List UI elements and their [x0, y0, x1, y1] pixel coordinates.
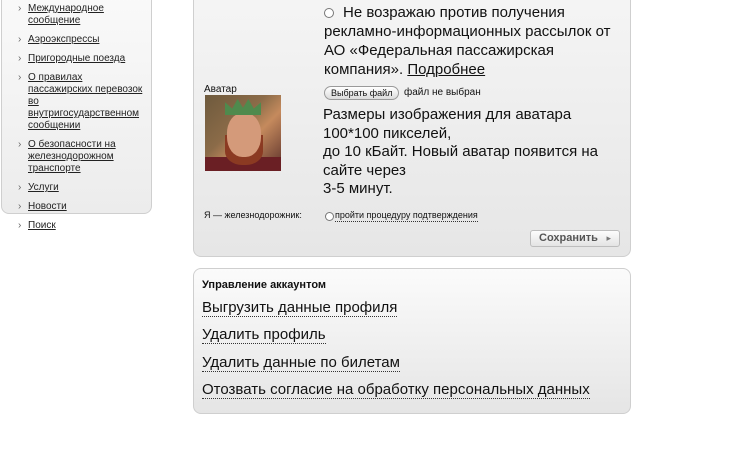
sidebar-item-services[interactable]: › Услуги [2, 182, 151, 194]
railway-worker-label: Я — железнодорожник: [204, 210, 302, 220]
consent-text: Не возражаю против получения рекламно-ин… [324, 3, 626, 79]
chevron-right-icon: › [18, 182, 22, 193]
sidebar-nav: › Международное сообщение › Аэроэкспресс… [1, 0, 152, 231]
sidebar-item-international[interactable]: › Международное сообщение [2, 3, 151, 27]
profile-card: Не возражаю против получения рекламно-ин… [193, 0, 631, 257]
arrow-right-icon: ▸ [606, 233, 611, 243]
file-status: файл не выбран [404, 87, 481, 98]
size-note-line: до 10 кБайт. Новый аватар появится на [323, 143, 599, 160]
size-note-line: Размеры изображения для аватара [323, 106, 572, 123]
sidebar-item-label[interactable]: О правилах пассажирских перевозок во вну… [28, 72, 142, 131]
avatar-size-note: Размеры изображения для аватара 100*100 … [323, 106, 623, 199]
chevron-right-icon: › [18, 3, 22, 14]
sidebar-list: › Международное сообщение › Аэроэкспресс… [2, 0, 151, 232]
account-card: Управление аккаунтом Выгрузить данные пр… [193, 268, 631, 414]
size-note-line: сайте через [323, 161, 406, 179]
sidebar-item-rules[interactable]: › О правилах пассажирских перевозок во в… [2, 72, 151, 132]
delete-tickets-link[interactable]: Удалить данные по билетам [202, 354, 400, 372]
sidebar-item-aeroexpress[interactable]: › Аэроэкспрессы [2, 34, 151, 46]
choose-file-button[interactable]: Выбрать файл [324, 86, 400, 100]
avatar [205, 95, 281, 171]
chevron-right-icon: › [18, 201, 22, 212]
avatar-label: Аватар [204, 84, 237, 95]
sidebar-item-safety[interactable]: › О безопасности на железнодорожном тран… [2, 139, 151, 175]
chevron-right-icon: › [18, 220, 22, 231]
delete-profile-link[interactable]: Удалить профиль [202, 326, 326, 344]
sidebar-item-label[interactable]: Новости [28, 201, 67, 212]
account-title: Управление аккаунтом [202, 279, 327, 291]
chevron-right-icon: › [18, 72, 22, 83]
sidebar-item-news[interactable]: › Новости [2, 201, 151, 213]
railway-confirm-link[interactable]: пройти процедуру подтверждения [335, 210, 478, 222]
sidebar-item-label[interactable]: Услуги [28, 182, 59, 193]
sidebar-item-search[interactable]: › Поиск [2, 220, 151, 232]
avatar-crown [225, 99, 261, 115]
sidebar-item-label[interactable]: О безопасности на железнодорожном трансп… [28, 139, 116, 174]
export-profile-link[interactable]: Выгрузить данные профиля [202, 299, 398, 317]
size-note-line: 3-5 минут. [323, 180, 393, 197]
consent-line-1: Не возражаю против получения [343, 4, 565, 21]
chevron-right-icon: › [18, 139, 22, 150]
sidebar-item-label[interactable]: Аэроэкспрессы [28, 34, 99, 45]
railway-radio[interactable] [325, 212, 334, 221]
chevron-right-icon: › [18, 34, 22, 45]
consent-more-link[interactable]: Подробнее [407, 61, 485, 78]
save-button[interactable]: Сохранить ▸ [530, 230, 620, 247]
revoke-consent-link[interactable]: Отозвать согласие на обработку персональ… [202, 381, 590, 399]
save-button-label: Сохранить [539, 232, 598, 244]
avatar-face [227, 113, 261, 157]
size-note-line: 100*100 пикселей, [323, 124, 452, 142]
sidebar-item-suburban[interactable]: › Пригородные поезда [2, 53, 151, 65]
sidebar-item-label[interactable]: Пригородные поезда [28, 53, 125, 64]
chevron-right-icon: › [18, 53, 22, 64]
sidebar-item-label[interactable]: Поиск [28, 220, 56, 231]
sidebar-item-label[interactable]: Международное сообщение [28, 3, 104, 26]
